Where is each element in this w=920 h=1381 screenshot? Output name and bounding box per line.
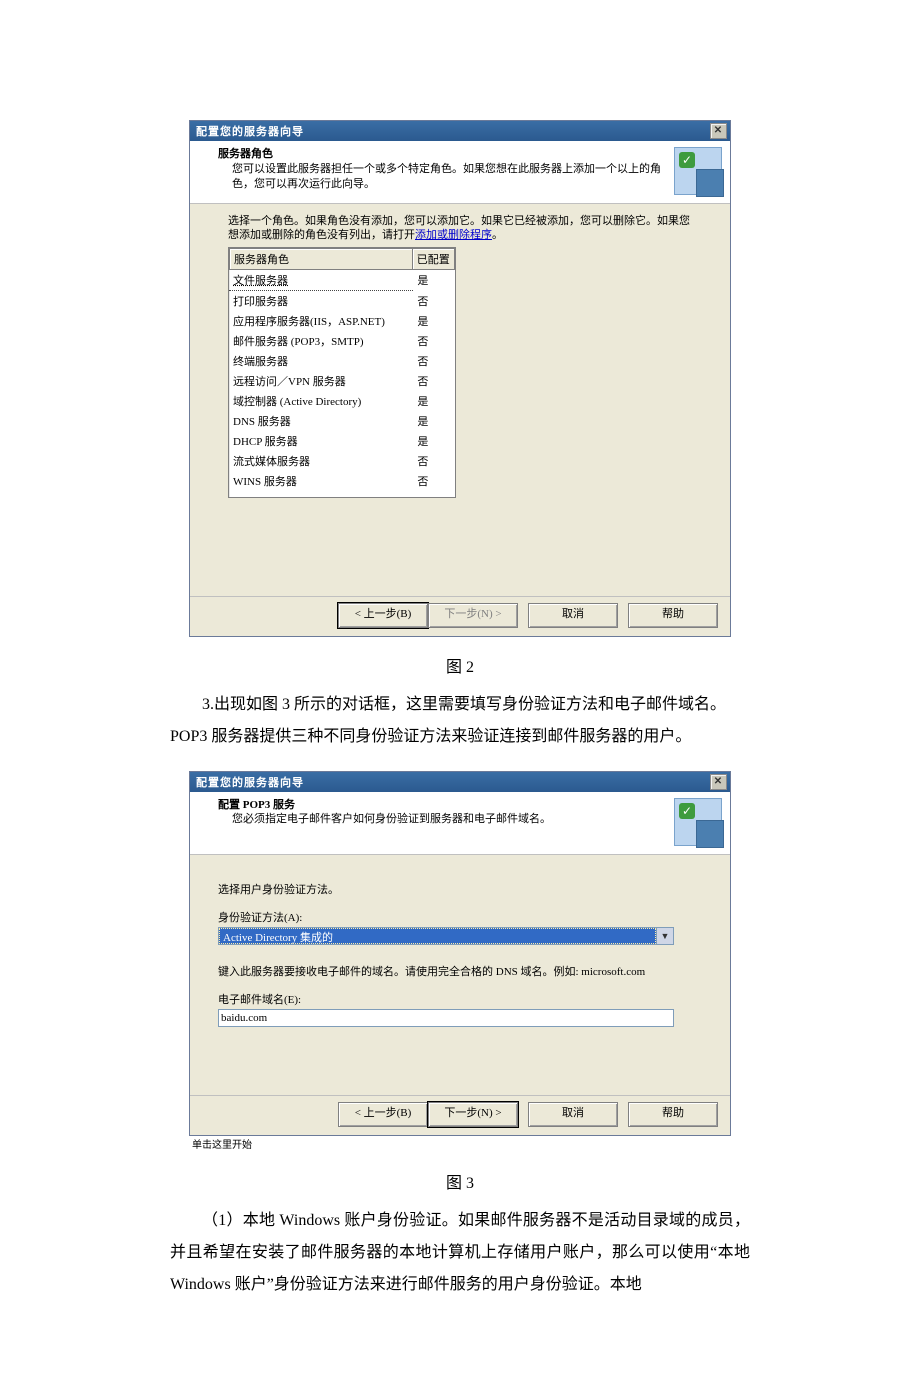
back-button[interactable]: < 上一步(B) [338,603,428,628]
help-button[interactable]: 帮助 [628,1102,718,1127]
cancel-button[interactable]: 取消 [528,603,618,628]
list-item[interactable]: 域控制器 (Active Directory)是 [229,391,455,411]
column-configured[interactable]: 已配置 [413,248,455,270]
list-item[interactable]: WINS 服务器否 [229,471,455,491]
help-button[interactable]: 帮助 [628,603,718,628]
auth-method-value: Active Directory 集成的 [219,928,656,944]
header-subtitle: 您必须指定电子邮件客户如何身份验证到服务器和电子邮件域名。 [218,812,664,827]
paragraph-2: （1）本地 Windows 账户身份验证。如果邮件服务器不是活动目录域的成员，并… [170,1205,750,1301]
list-item[interactable]: 终端服务器否 [229,351,455,371]
window-title: 配置您的服务器向导 [196,123,710,139]
list-item[interactable]: 远程访问／VPN 服务器否 [229,371,455,391]
cancel-button[interactable]: 取消 [528,1102,618,1127]
titlebar: 配置您的服务器向导 ✕ [190,772,730,792]
add-remove-programs-link[interactable]: 添加或删除程序 [415,229,492,241]
paragraph-1: 3.出现如图 3 所示的对话框，这里需要填写身份验证方法和电子邮件域名。POP3… [170,689,750,753]
column-role[interactable]: 服务器角色 [229,248,413,270]
header-title: 服务器角色 [218,147,664,162]
list-item[interactable]: 打印服务器否 [229,291,455,311]
dialog-server-roles: 配置您的服务器向导 ✕ 服务器角色 您可以设置此服务器担任一个或多个特定角色。如… [189,120,731,637]
roles-header: 服务器角色 已配置 [229,248,455,270]
footer-note: 单击这里开始 [188,1136,750,1153]
label-domain-hint: 键入此服务器要接收电子邮件的域名。请使用完全合格的 DNS 域名。例如: mic… [218,963,702,979]
dialog-header: 服务器角色 您可以设置此服务器担任一个或多个特定角色。如果您想在此服务器上添加一… [190,141,730,204]
dialog-pop3: 配置您的服务器向导 ✕ 配置 POP3 服务 您必须指定电子邮件客户如何身份验证… [189,771,731,1136]
label-auth-method: 身份验证方法(A): [218,909,702,925]
close-icon[interactable]: ✕ [710,774,727,790]
label-email-domain: 电子邮件域名(E): [218,991,702,1007]
instruction-text: 选择一个角色。如果角色没有添加，您可以添加它。如果它已经被添加，您可以删除它。如… [228,214,692,243]
header-subtitle: 您可以设置此服务器担任一个或多个特定角色。如果您想在此服务器上添加一个以上的角色… [218,162,664,192]
back-button[interactable]: < 上一步(B) [338,1102,428,1127]
auth-method-select[interactable]: Active Directory 集成的 ▼ [218,927,674,945]
wizard-icon: ✓ [674,798,722,846]
roles-listview[interactable]: 服务器角色 已配置 文件服务器是 打印服务器否 应用程序服务器(IIS，ASP.… [228,247,456,498]
header-title: 配置 POP3 服务 [218,798,664,813]
next-button: 下一步(N) > [428,603,518,628]
list-item[interactable]: 文件服务器是 [229,270,455,291]
close-icon[interactable]: ✕ [710,123,727,139]
next-button[interactable]: 下一步(N) > [428,1102,518,1127]
list-item[interactable]: DNS 服务器是 [229,411,455,431]
label-choose-method: 选择用户身份验证方法。 [218,881,702,897]
list-item[interactable]: 应用程序服务器(IIS，ASP.NET)是 [229,311,455,331]
figure-caption-2: 图 2 [170,653,750,677]
list-item[interactable]: 邮件服务器 (POP3，SMTP)否 [229,331,455,351]
chevron-down-icon[interactable]: ▼ [656,928,673,944]
window-title: 配置您的服务器向导 [196,774,710,790]
email-domain-input[interactable] [218,1009,674,1027]
list-item[interactable]: 流式媒体服务器否 [229,451,455,471]
list-item[interactable]: DHCP 服务器是 [229,431,455,451]
dialog-header: 配置 POP3 服务 您必须指定电子邮件客户如何身份验证到服务器和电子邮件域名。… [190,792,730,855]
figure-caption-3: 图 3 [170,1169,750,1193]
titlebar: 配置您的服务器向导 ✕ [190,121,730,141]
instruction-suffix: 。 [492,229,503,241]
wizard-icon: ✓ [674,147,722,195]
